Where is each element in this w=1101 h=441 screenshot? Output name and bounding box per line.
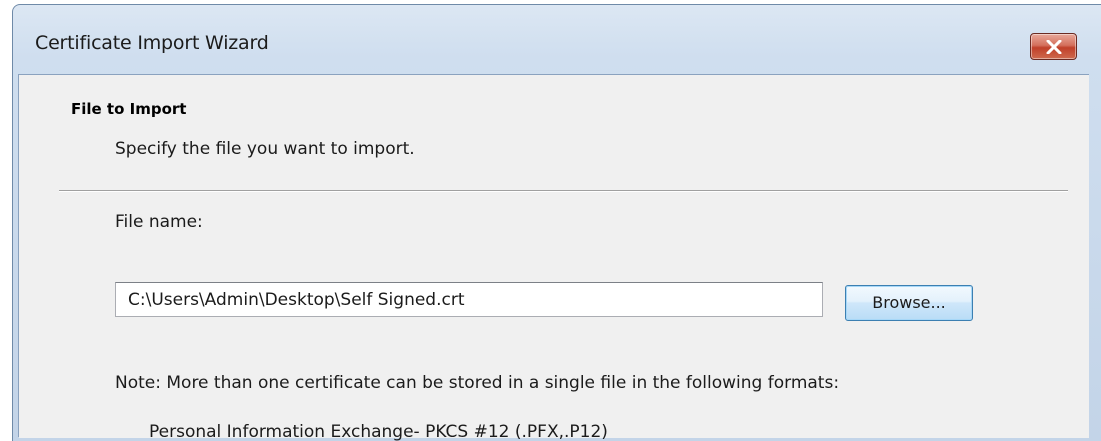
header-separator bbox=[59, 190, 1068, 192]
wizard-header: File to Import Specify the file you want… bbox=[19, 75, 1089, 193]
page-subtitle: Specify the file you want to import. bbox=[115, 139, 415, 159]
page-title: File to Import bbox=[71, 100, 187, 118]
format-list-item: Personal Information Exchange- PKCS #12 … bbox=[149, 422, 608, 441]
file-name-label: File name: bbox=[115, 212, 203, 232]
close-button[interactable] bbox=[1030, 33, 1077, 60]
title-bar[interactable]: Certificate Import Wizard bbox=[13, 5, 1101, 80]
file-name-input[interactable] bbox=[115, 282, 823, 317]
certificate-import-wizard-window: Certificate Import Wizard File to Import… bbox=[0, 0, 1101, 441]
window-title: Certificate Import Wizard bbox=[35, 32, 269, 54]
close-icon bbox=[1046, 40, 1062, 54]
wizard-client-area: File to Import Specify the file you want… bbox=[18, 74, 1089, 441]
browse-button[interactable]: Browse... bbox=[845, 285, 973, 321]
note-text: Note: More than one certificate can be s… bbox=[115, 373, 840, 393]
